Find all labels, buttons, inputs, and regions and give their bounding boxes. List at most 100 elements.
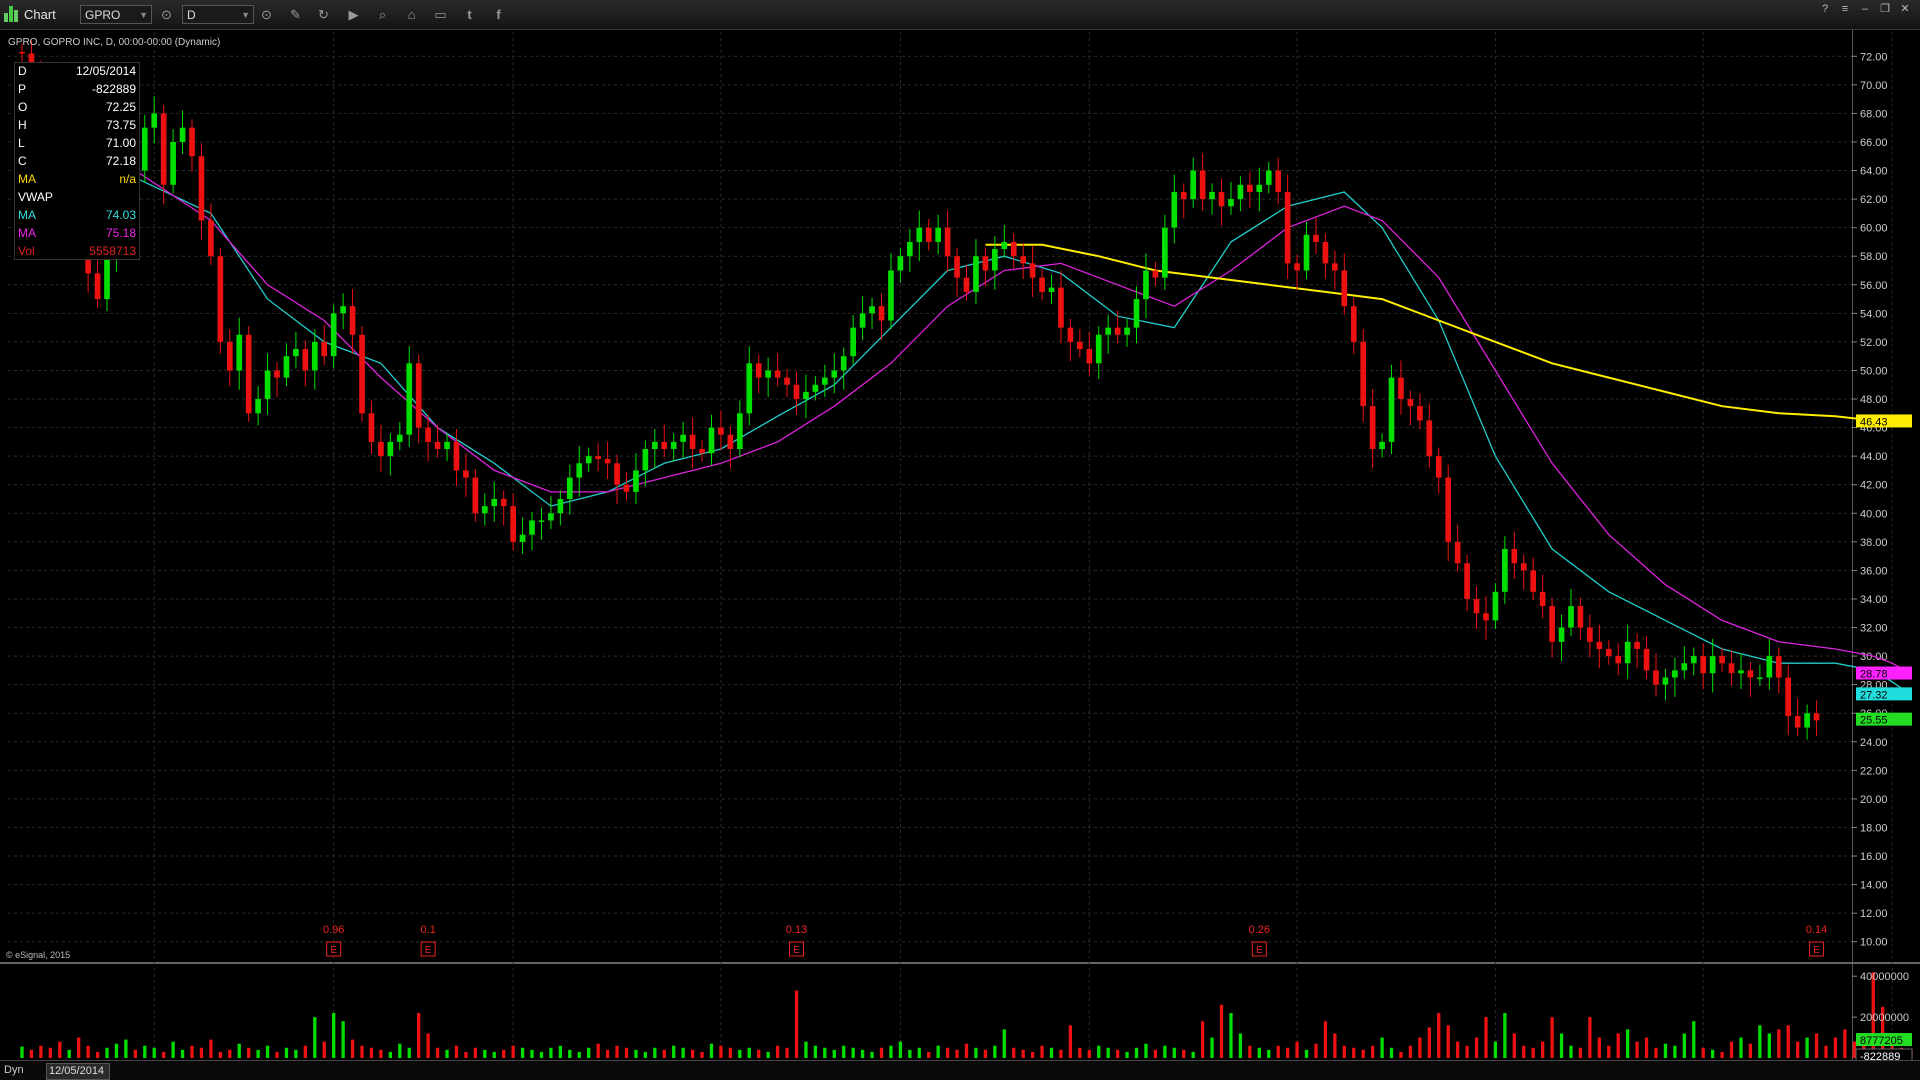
candle-body <box>264 370 271 400</box>
candle-body <box>1728 663 1735 674</box>
candle-body <box>1341 270 1348 307</box>
candle-body <box>906 241 913 257</box>
candle-body <box>925 227 932 242</box>
volume-bar <box>823 1047 827 1058</box>
earnings-value: 0.13 <box>786 924 807 936</box>
candle-body <box>368 413 375 442</box>
candle-body <box>1624 641 1631 664</box>
candle-body <box>812 384 819 392</box>
twitter-icon[interactable]: t <box>461 6 478 23</box>
volume-bar <box>1049 1047 1054 1058</box>
y-tick-label: 44.00 <box>1860 451 1888 463</box>
y-tick-label: 16.00 <box>1860 851 1888 863</box>
volume-bar <box>1607 1045 1611 1058</box>
volume-bar <box>1418 1037 1422 1058</box>
candle-body <box>1369 406 1376 450</box>
legend-value: n/a <box>119 172 136 186</box>
volume-bar <box>1569 1045 1573 1058</box>
play-icon[interactable]: ▶ <box>345 6 362 23</box>
legend-value: 75.18 <box>105 226 136 240</box>
volume-bar <box>653 1047 657 1058</box>
volume-bar <box>1512 1033 1516 1058</box>
search-icon[interactable]: ⌕ <box>374 6 391 23</box>
candle-body <box>850 327 856 357</box>
volume-bar <box>426 1033 430 1058</box>
volume-bar <box>143 1045 147 1058</box>
volume-bar <box>1455 1041 1460 1058</box>
candle-body <box>321 341 328 357</box>
dyn-label[interactable]: Dyn <box>4 1064 24 1076</box>
candle-body <box>1672 670 1678 678</box>
interval-input[interactable]: D ▼ <box>182 5 254 24</box>
legend-value: 5558713 <box>89 244 136 258</box>
volume-bar <box>1748 1043 1753 1058</box>
pencil-icon[interactable]: ✎ <box>287 6 304 23</box>
volume-bar <box>945 1047 950 1058</box>
legend-key: C <box>18 154 27 168</box>
legend-row: Vol 5558713 <box>18 244 136 262</box>
link-icon[interactable]: ⊙ <box>158 6 175 23</box>
volume-bar <box>662 1049 666 1058</box>
candle-body <box>406 363 413 435</box>
close-icon[interactable]: ✕ <box>1896 2 1914 16</box>
candle-body <box>349 306 356 335</box>
candle-body <box>1199 170 1206 200</box>
candle-body <box>415 363 422 428</box>
y-tick-label: 14.00 <box>1860 880 1888 892</box>
volume-bar <box>48 1047 52 1058</box>
restore-icon[interactable]: ❐ <box>1876 2 1894 16</box>
minimize-icon[interactable]: – <box>1856 2 1874 16</box>
candle-body <box>141 127 148 171</box>
chevron-down-icon: ▼ <box>241 10 250 20</box>
volume-bar <box>1125 1051 1129 1058</box>
candle-body <box>708 427 715 454</box>
earnings-value: 0.26 <box>1249 924 1270 936</box>
volume-bar <box>445 1049 449 1058</box>
legend-row: D 12/05/2014 <box>18 64 136 82</box>
legend-value: 71.00 <box>105 136 136 150</box>
candle-body <box>1010 241 1017 257</box>
candle-body <box>821 377 828 385</box>
volume-bar <box>832 1049 836 1058</box>
candle-body <box>198 156 205 221</box>
candle-body <box>699 449 705 454</box>
volume-bar <box>247 1047 251 1058</box>
tag-icon[interactable]: ⌂ <box>403 6 420 23</box>
moving-average-line <box>69 162 1912 674</box>
volume-bar <box>1030 1051 1035 1058</box>
volume-bar <box>747 1047 751 1058</box>
symbol-description: GPRO, GOPRO INC, D, 00:00-00:00 (Dynamic… <box>8 37 221 48</box>
volume-bar <box>577 1051 581 1058</box>
volume-bar <box>124 1039 128 1058</box>
candle-body <box>774 370 781 378</box>
bottom-bar: Dyn 12/05/2014 <box>0 1060 1920 1080</box>
volume-bar <box>1796 1041 1800 1058</box>
comment-icon[interactable]: ▭ <box>432 6 449 23</box>
facebook-icon[interactable]: f <box>490 6 507 23</box>
symbol-input[interactable]: GPRO ▼ <box>80 5 152 24</box>
legend-row: MA 74.03 <box>18 208 136 226</box>
volume-bar <box>1229 1013 1233 1058</box>
volume-bar <box>558 1045 563 1058</box>
candle-body <box>1275 170 1282 192</box>
candle-body <box>1709 656 1716 674</box>
candle-body <box>425 427 431 442</box>
volume-bar <box>1843 1029 1847 1058</box>
menu-icon[interactable]: ≡ <box>1836 2 1854 16</box>
legend-row: MA n/a <box>18 172 136 190</box>
refresh-icon[interactable]: ↻ <box>315 6 332 23</box>
volume-bar <box>794 990 799 1058</box>
help-icon[interactable]: ? <box>1816 2 1834 16</box>
volume-bar <box>105 1047 109 1058</box>
volume-bar <box>568 1049 572 1058</box>
y-tick-label: 66.00 <box>1860 137 1888 149</box>
y-tick-label: 72.00 <box>1860 51 1888 63</box>
price-chart[interactable]: 72.00 70.00 68.00 66.00 64.00 62.00 60.00 58.00… <box>0 30 1920 1080</box>
cursor-date[interactable]: 12/05/2014 <box>46 1063 110 1080</box>
y-tick-label: 24.00 <box>1860 737 1888 749</box>
volume-bar <box>162 1051 166 1058</box>
volume-bar <box>643 1051 648 1058</box>
clock-icon[interactable]: ⊙ <box>258 6 275 23</box>
legend-key: L <box>18 136 25 150</box>
candle-body <box>633 470 639 492</box>
